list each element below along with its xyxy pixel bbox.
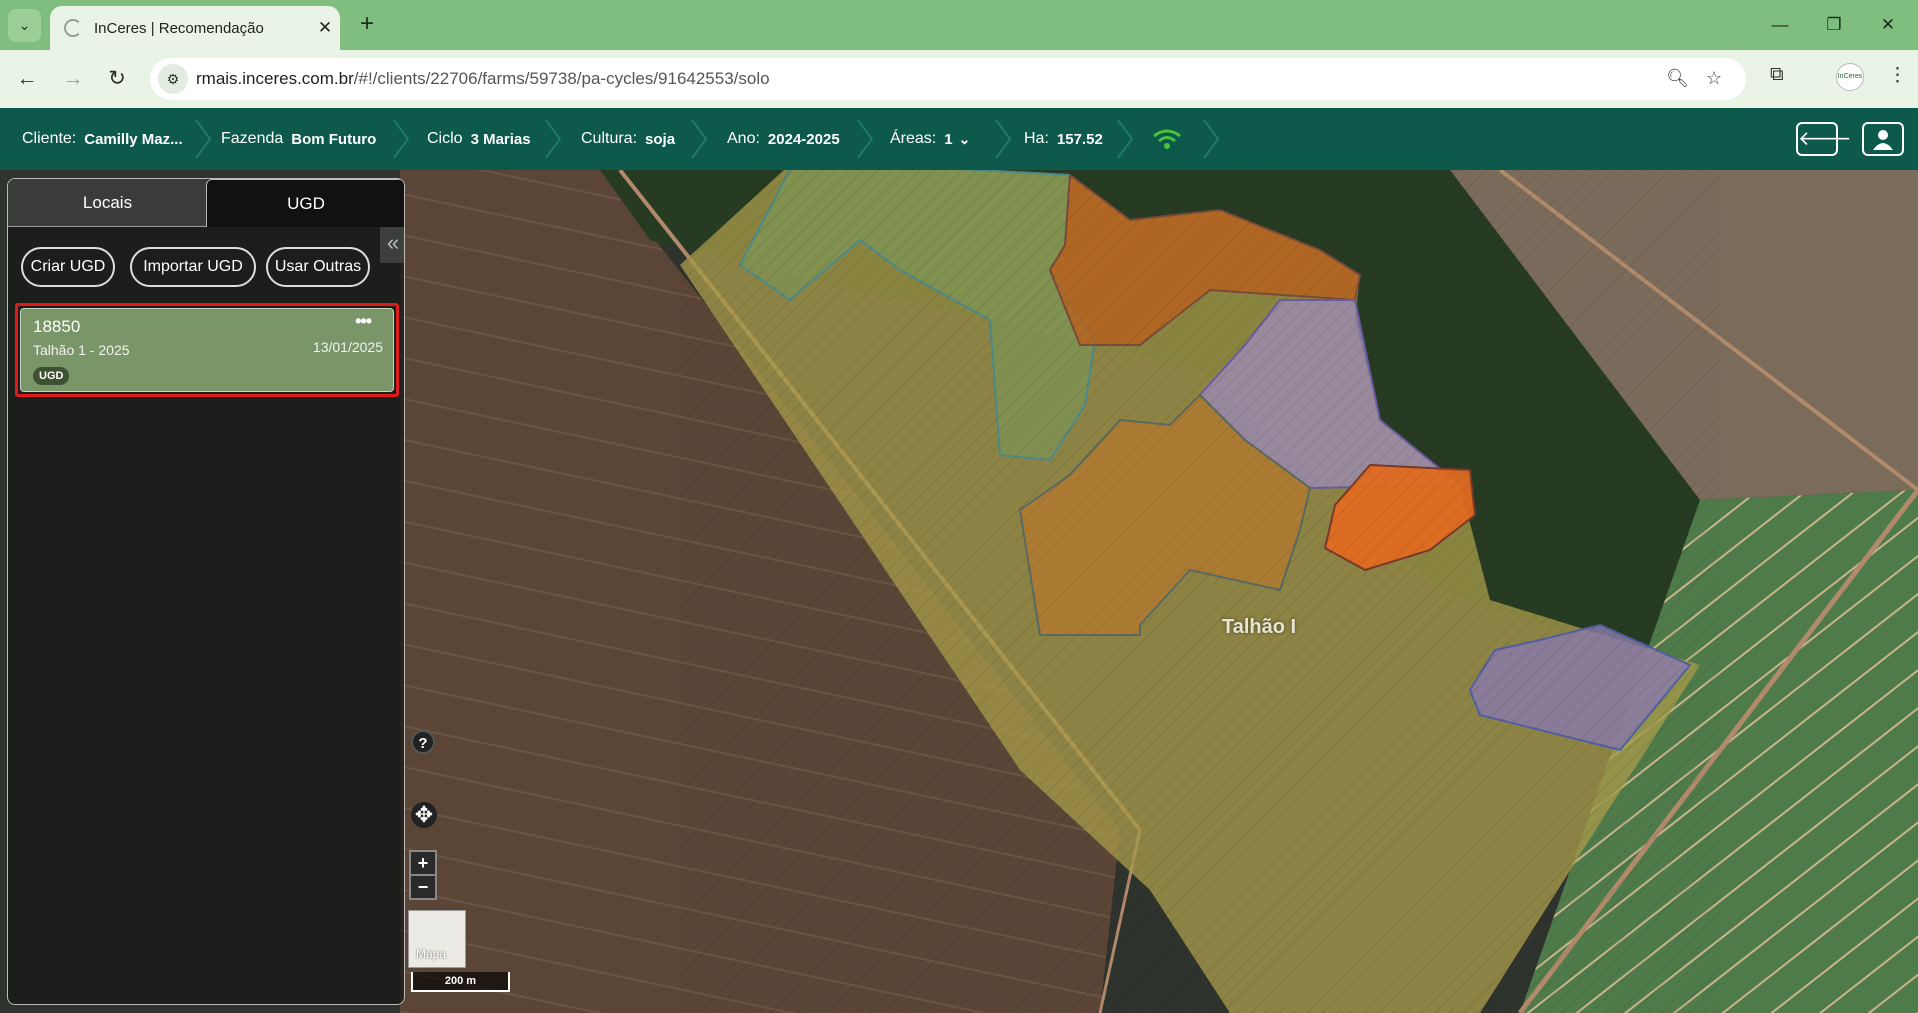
crumb-ciclo[interactable]: Ciclo 3 Marias (427, 108, 531, 170)
ugd-side-panel: Locais UGD « Criar UGD Importar UGD Usar… (7, 178, 405, 1005)
arrow-left-icon: 🡐 (1798, 128, 1852, 150)
crumb-cultura[interactable]: Cultura: soja (581, 108, 675, 170)
site-info-icon[interactable]: ⚙ (158, 64, 188, 94)
basemap-label: Mapa (416, 947, 447, 961)
browser-toolbar: ← → ↻ ⚙ rmais.inceres.com.br/#!/clients/… (0, 50, 1918, 108)
ugd-card-selected[interactable]: 18850 ••• Talhão 1 - 2025 13/01/2025 UGD (15, 303, 399, 397)
tab-locais[interactable]: Locais (8, 179, 207, 227)
zoom-in-button[interactable]: + (409, 850, 437, 876)
scale-bar: 200 m (411, 972, 510, 992)
basemap-toggle[interactable]: Mapa (408, 910, 466, 968)
usar-outras-button[interactable]: Usar Outras (266, 247, 370, 287)
restore-icon[interactable]: ❐ (1814, 12, 1854, 38)
reload-icon[interactable]: ↻ (102, 64, 132, 94)
crumb-separator-icon (545, 119, 562, 159)
ugd-card-date: 13/01/2025 (312, 339, 383, 355)
browser-tab[interactable]: InCeres | Recomendação ✕ (50, 6, 340, 50)
ugd-card-subtitle: Talhão 1 - 2025 (33, 342, 130, 358)
pan-move-icon[interactable]: ✥ (411, 802, 437, 828)
profile-avatar[interactable]: InCeres (1836, 63, 1864, 91)
wifi-status-icon (1153, 129, 1181, 149)
crumb-separator-icon (995, 119, 1012, 159)
browser-tabstrip: ⌄ InCeres | Recomendação ✕ + — ❐ ✕ (0, 0, 1918, 50)
forward-arrow-icon[interactable]: → (58, 64, 88, 94)
crumb-fazenda[interactable]: Fazenda Bom Futuro (221, 108, 376, 170)
crumb-separator-icon (691, 119, 708, 159)
user-button[interactable] (1862, 122, 1904, 156)
tab-search-button[interactable]: ⌄ (8, 9, 41, 42)
crumb-separator-icon (857, 119, 874, 159)
crumb-separator-icon (393, 119, 410, 159)
extensions-puzzle-icon[interactable]: ⧉ (1770, 64, 1784, 86)
back-button[interactable]: 🡐 (1796, 122, 1852, 156)
user-icon (1873, 130, 1893, 150)
close-window-icon[interactable]: ✕ (1868, 12, 1908, 38)
tab-close-icon[interactable]: ✕ (310, 18, 340, 38)
zoom-lens-icon[interactable]: 🔍︎ (1666, 68, 1689, 89)
ugd-card-id: 18850 (33, 317, 81, 336)
bookmark-star-icon[interactable]: ☆ (1706, 68, 1722, 89)
kebab-menu-icon[interactable]: ⋮ (1888, 64, 1907, 87)
app-header: Cliente: Camilly Maz... Fazenda Bom Futu… (0, 108, 1918, 170)
importar-ugd-button[interactable]: Importar UGD (130, 247, 256, 287)
ugd-badge: UGD (33, 367, 70, 385)
back-arrow-icon[interactable]: ← (12, 64, 42, 94)
zoom-out-button[interactable]: − (409, 874, 437, 900)
tab-title: InCeres | Recomendação (94, 19, 264, 37)
more-options-icon[interactable]: ••• (355, 311, 372, 332)
crumb-separator-icon (1203, 119, 1220, 159)
tab-ugd[interactable]: UGD (206, 179, 404, 227)
crumb-ano[interactable]: Ano: 2024-2025 (727, 108, 840, 170)
crumb-areas-dropdown[interactable]: Áreas: 1 ⌄ (890, 108, 970, 170)
field-label-talhao[interactable]: Talhão I (1222, 616, 1296, 639)
help-icon[interactable]: ? (411, 730, 435, 754)
crumb-cliente[interactable]: Cliente: Camilly Maz... (22, 108, 183, 170)
crumb-ha: Ha: 157.52 (1024, 130, 1103, 148)
minimize-icon[interactable]: — (1760, 12, 1800, 38)
crumb-separator-icon (1117, 119, 1134, 159)
ugd-card[interactable]: 18850 ••• Talhão 1 - 2025 13/01/2025 UGD (20, 308, 394, 392)
crumb-separator-icon (195, 119, 212, 159)
chevron-down-icon: ⌄ (958, 130, 971, 147)
new-tab-button[interactable]: + (352, 10, 382, 40)
url-text[interactable]: rmais.inceres.com.br/#!/clients/22706/fa… (196, 69, 770, 89)
collapse-panel-icon[interactable]: « (380, 227, 404, 263)
address-bar[interactable]: ⚙ rmais.inceres.com.br/#!/clients/22706/… (150, 58, 1746, 100)
inceres-favicon-icon (64, 19, 82, 37)
criar-ugd-button[interactable]: Criar UGD (21, 247, 115, 287)
